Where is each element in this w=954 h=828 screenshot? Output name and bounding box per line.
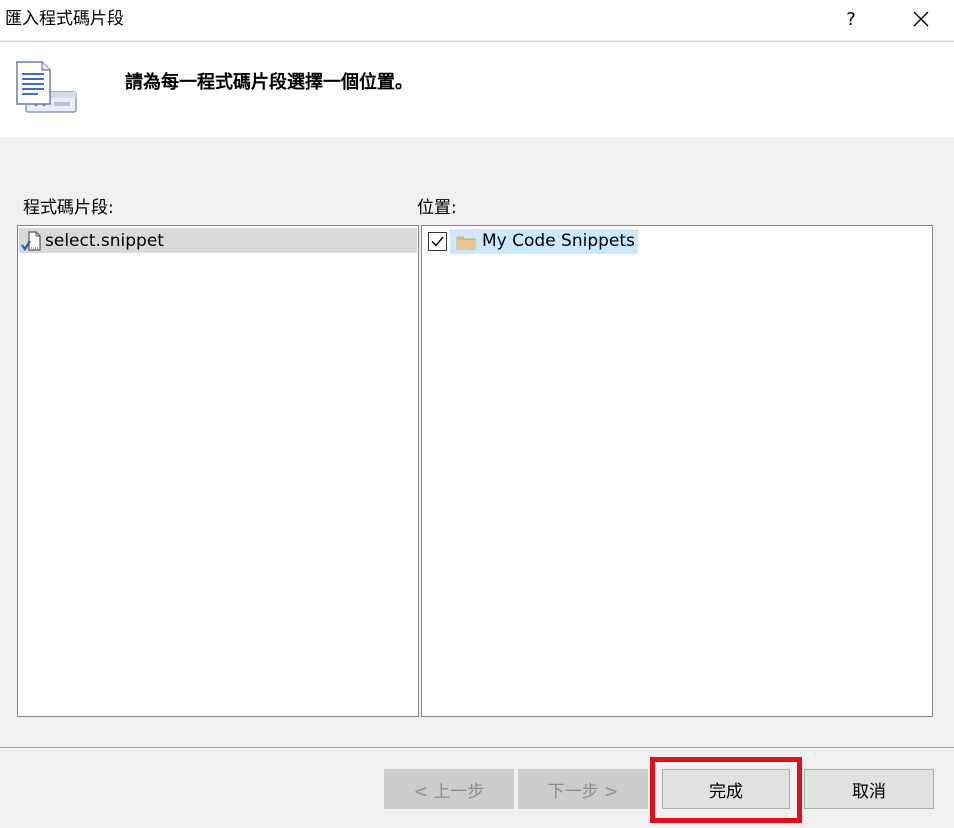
snippet-list-item[interactable]: select.snippet [19,228,417,253]
prev-button[interactable]: < 上一步 [384,769,514,809]
snippet-check-icon [21,231,41,251]
checkmark-icon [431,236,444,247]
location-tree[interactable]: My Code Snippets [421,225,933,717]
help-icon: ? [846,8,856,30]
instruction-text: 請為每一程式碼片段選擇一個位置。 [125,72,413,93]
snippet-name: select.snippet [45,231,164,251]
location-name: My Code Snippets [482,231,635,251]
close-icon [913,11,929,27]
close-button[interactable] [906,2,936,36]
location-item[interactable]: My Code Snippets [428,229,668,254]
snippets-label: 程式碼片段: [23,198,114,218]
next-button[interactable]: 下一步 > [518,769,648,809]
cancel-button[interactable]: 取消 [804,769,934,809]
snippets-list[interactable]: select.snippet [17,225,419,717]
folder-icon [456,236,476,250]
title-bar: 匯入程式碼片段 ? [0,0,954,40]
document-server-icon [16,61,77,113]
location-checkbox[interactable] [428,232,447,251]
window-title: 匯入程式碼片段 [5,9,124,29]
import-snippets-dialog: 匯入程式碼片段 ? 請為每一程式碼片段選擇一個位置。 程式碼片段: 位置: se… [0,0,954,828]
help-button[interactable]: ? [836,2,866,36]
footer-divider-highlight [0,748,954,749]
location-label: 位置: [417,198,457,218]
finish-button[interactable]: 完成 [662,769,790,809]
wizard-header: 請為每一程式碼片段選擇一個位置。 [0,42,954,137]
